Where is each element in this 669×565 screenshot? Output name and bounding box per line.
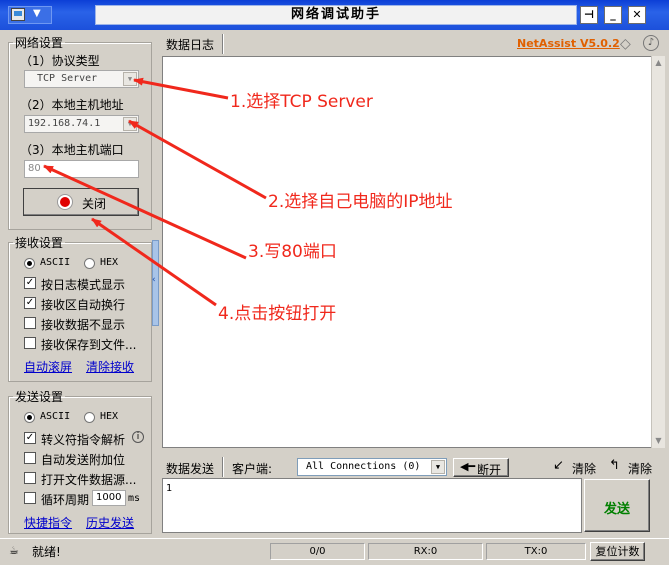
send-ascii-radio[interactable] [24,412,35,423]
minimize-button[interactable]: _ [604,6,622,24]
status-rx: RX:0 [368,543,483,560]
title-bar: ▼ 网络调试助手 ⊣ _ ✕ [0,0,669,30]
send-button[interactable]: 发送 [584,479,650,532]
clear-button-2[interactable]: 清除 [628,460,652,477]
window-title: 网络调试助手 [290,7,381,22]
quick-command-link[interactable]: 快捷指令 [24,514,72,531]
clear-receive-link[interactable]: 清除接收 [86,358,134,375]
dropdown-arrow-icon: ▼ [431,460,445,474]
log-scrollbar[interactable]: ▲ ▼ [651,56,665,448]
receive-ascii-radio[interactable] [24,258,35,269]
client-label: 客户端: [232,462,273,476]
send-option-checkbox-1[interactable] [24,452,36,464]
status-icon: ☕ [9,544,19,557]
pin-button[interactable]: ⊣ [580,6,598,24]
host-value: 192.168.74.1 [28,118,101,129]
status-light-icon [57,194,73,210]
send-hex-radio[interactable] [84,412,95,423]
receive-option-label: 接收保存到文件... [41,338,137,352]
panel-collapse-handle[interactable]: ‹ [152,240,159,326]
open-close-button[interactable]: 关闭 [23,188,139,216]
status-count: 0/0 [270,543,365,560]
client-select[interactable]: All Connections (0) ▼ [297,458,447,476]
reset-count-button[interactable]: 复位计数 [590,542,645,561]
chevron-left-icon: ‹ [152,275,156,285]
brand-link[interactable]: NetAssist V5.0.2 [517,37,620,50]
host-select[interactable]: 192.168.74.1 ▼ [24,115,139,133]
port-input[interactable]: 80 [24,160,139,178]
receive-option-checkbox-3[interactable] [24,337,36,349]
period-input[interactable]: 1000 [92,490,126,506]
open-close-label: 关闭 [82,197,107,211]
tab-separator [222,457,223,477]
receive-ascii-label: ASCII [40,257,71,268]
send-option-checkbox-2[interactable] [24,472,36,484]
send-option-checkbox-0[interactable]: ✓ [24,432,36,444]
minimize-icon: _ [610,8,616,21]
send-input-text: 1 [166,483,173,494]
info-icon[interactable]: i [132,431,144,443]
send-settings-legend: 发送设置 [15,390,64,404]
arrow-left-icon: ◀━ [460,460,476,473]
send-hex-label: HEX [100,411,119,422]
app-icon [11,8,25,21]
status-text: 就绪! [32,545,61,559]
protocol-value: TCP Server [37,73,98,84]
protocol-label: （1）协议类型 [20,54,100,68]
receive-settings-legend: 接收设置 [15,236,64,250]
receive-log-area[interactable] [162,56,652,448]
receive-option-label: 接收区自动换行 [41,298,126,312]
send-option-label: 转义符指令解析 [41,433,126,447]
status-bar: ☕ 就绪! 0/0 RX:0 TX:0 复位计数 [0,538,669,565]
annotation-step1: 1.选择TCP Server [230,92,373,112]
annotation-step4: 4.点击按钮打开 [218,304,337,324]
send-input-area[interactable]: 1 [162,478,582,533]
send-option-label: 自动发送附加位 [41,453,126,467]
receive-option-checkbox-0[interactable]: ✓ [24,277,36,289]
chevron-down-icon: ▼ [33,8,41,19]
receive-option-label: 接收数据不显示 [41,318,126,332]
send-history-link[interactable]: 历史发送 [86,514,134,531]
clear-send-icon: ↰ [609,458,620,473]
close-icon: ✕ [632,8,642,21]
annotation-step3: 3.写80端口 [248,242,337,262]
scroll-up-icon[interactable]: ▲ [653,58,664,68]
receive-option-checkbox-1[interactable]: ✓ [24,297,36,309]
tab-separator [222,34,223,54]
receive-option-label: 按日志模式显示 [41,278,126,292]
tab-data-log[interactable]: 数据日志 [166,36,214,53]
network-settings-legend: 网络设置 [15,36,64,50]
receive-hex-radio[interactable] [84,258,95,269]
send-ascii-label: ASCII [40,411,71,422]
disconnect-label: 断开 [477,463,502,477]
port-label: （3）本地主机端口 [20,143,124,157]
receive-hex-label: HEX [100,257,119,268]
bell-icon[interactable]: ♪ [643,35,659,51]
clear-button-1[interactable]: 清除 [572,460,596,477]
send-option-checkbox-3[interactable] [24,492,36,504]
dropdown-arrow-icon: ▼ [123,72,137,86]
client-value: All Connections (0) [306,461,421,472]
annotation-step2: 2.选择自己电脑的IP地址 [268,192,453,212]
host-label: （2）本地主机地址 [20,98,124,112]
pin-icon: ⊣ [583,8,595,21]
left-panel: 网络设置 （1）协议类型 TCP Server ▼ （2）本地主机地址 192.… [4,30,155,538]
send-button-label: 发送 [604,502,631,517]
diamond-icon[interactable]: ◇ [620,36,631,52]
status-tx: TX:0 [486,543,586,560]
receive-option-checkbox-2[interactable] [24,317,36,329]
disconnect-button[interactable]: ◀━ 断开 [453,458,509,477]
tab-data-send[interactable]: 数据发送 [166,460,214,477]
send-option-label: 打开文件数据源... [41,473,137,487]
period-unit: ms [128,493,141,504]
clear-receive-icon: ↙ [553,458,564,473]
dropdown-arrow-icon: ▼ [123,117,137,131]
scroll-down-icon[interactable]: ▼ [653,436,664,446]
protocol-select[interactable]: TCP Server ▼ [24,70,139,88]
close-button[interactable]: ✕ [628,6,646,24]
send-option-label: 循环周期 [41,493,90,507]
auto-scroll-link[interactable]: 自动滚屏 [24,358,72,375]
